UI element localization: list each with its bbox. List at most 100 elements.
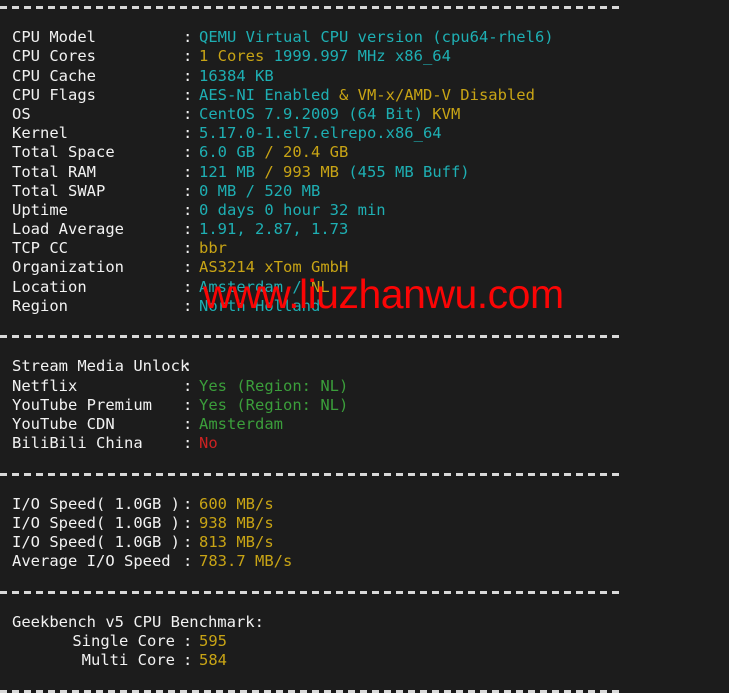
terminal-content: CPU Model: QEMU Virtual CPU version (cpu6… xyxy=(0,6,729,693)
info-row-label: YouTube CDN xyxy=(12,414,115,433)
info-row-value: AES-NI Enabled xyxy=(199,85,339,104)
info-row-value: AS3214 xTom GmbH xyxy=(199,258,349,277)
info-row-colon: : xyxy=(183,220,193,239)
info-row-colon: : xyxy=(183,104,193,123)
info-row-label: I/O Speed( 1.0GB ) xyxy=(12,533,180,552)
info-row-label: Location xyxy=(12,277,87,296)
section-heading-label: Geekbench v5 CPU Benchmark: xyxy=(12,612,264,631)
info-row-colon: : xyxy=(183,434,193,453)
info-row-value: Amsterdam / xyxy=(199,277,311,296)
info-row-colon: : xyxy=(183,258,193,277)
info-row-label: BiliBili China xyxy=(12,434,143,453)
info-row: CPU Cache:16384 KB xyxy=(0,67,729,86)
info-row-label: Uptime xyxy=(12,200,68,219)
info-row-colon: : xyxy=(183,357,193,376)
info-row-colon: : xyxy=(183,47,193,66)
info-row: Netflix: Yes (Region: NL) xyxy=(0,377,729,396)
info-row: Average I/O Speed:783.7 MB/s xyxy=(0,552,729,571)
info-row-colon: : xyxy=(183,200,193,219)
info-row-value: No xyxy=(199,434,218,453)
info-row: Region: North Holland xyxy=(0,297,729,316)
info-row: Organization: AS3214 xTom GmbH xyxy=(0,258,729,277)
info-row-label: CPU Cores xyxy=(12,47,96,66)
info-row-value: 595 xyxy=(199,632,227,650)
info-row: Multi Core:584 xyxy=(0,651,729,670)
info-row-label: TCP CC xyxy=(12,239,68,258)
info-row-label: Total Space xyxy=(12,143,115,162)
info-row-value: 783.7 MB/s xyxy=(199,552,293,571)
info-row-value: 813 MB/s xyxy=(199,533,274,552)
section-divider xyxy=(0,6,620,9)
info-row-label: Netflix xyxy=(12,376,78,395)
section-divider xyxy=(0,335,620,339)
info-row: YouTube CDN: Amsterdam xyxy=(0,415,729,434)
info-row: CPU Cores:1 Cores 1999.997 MHz x86_64 xyxy=(0,47,729,66)
info-row: Total Space:6.0 GB / 20.4 GB xyxy=(0,143,729,162)
info-row: Location: Amsterdam / NL xyxy=(0,278,729,297)
info-row-colon: : xyxy=(183,181,193,200)
info-row-colon: : xyxy=(183,494,193,513)
info-row-label: Total RAM xyxy=(12,162,96,181)
info-row-colon: : xyxy=(183,162,193,181)
info-row-colon: : xyxy=(183,376,193,395)
info-row-value: 5.17.0-1.el7.elrepo.x86_64 xyxy=(199,124,442,143)
info-row-value: 0 days 0 hour 32 min xyxy=(199,200,386,219)
info-row-colon: : xyxy=(183,66,193,85)
info-row-colon: : xyxy=(183,632,193,650)
info-row: CPU Flags: AES-NI Enabled & VM-x/AMD-V Di… xyxy=(0,86,729,105)
info-row-value: & VM-x/AMD-V Disabled xyxy=(338,85,535,104)
info-row-value: 121 MB xyxy=(199,162,265,181)
info-row-colon: : xyxy=(183,513,193,532)
info-row-label: I/O Speed( 1.0GB ) xyxy=(12,513,180,532)
info-row-value: 6.0 GB xyxy=(199,143,265,162)
info-row-value: 16384 KB xyxy=(199,66,274,85)
info-row-value: / 20.4 GB xyxy=(264,143,349,162)
info-row-label: Single Core xyxy=(72,632,175,650)
info-row: I/O Speed( 1.0GB ):938 MB/s xyxy=(0,514,729,533)
info-row-value: Yes (Region: NL) xyxy=(199,376,349,395)
info-row: BiliBili China: No xyxy=(0,434,729,453)
info-row-label: I/O Speed( 1.0GB ) xyxy=(12,494,180,513)
info-row-value: CentOS 7.9.2009 (64 Bit) xyxy=(199,104,433,123)
info-row-value: 1.91, 2.87, 1.73 xyxy=(199,220,349,239)
info-row: Uptime:0 days 0 hour 32 min xyxy=(0,201,729,220)
info-row-label: Region xyxy=(12,296,68,315)
info-row-colon: : xyxy=(183,277,193,296)
info-row-label: Load Average xyxy=(12,220,124,239)
info-row-colon: : xyxy=(183,85,193,104)
info-row: Total SWAP:0 MB / 520 MB xyxy=(0,182,729,201)
info-row: Kernel:5.17.0-1.el7.elrepo.x86_64 xyxy=(0,124,729,143)
info-row-value: bbr xyxy=(199,239,227,258)
terminal-output: CPU Model: QEMU Virtual CPU version (cpu6… xyxy=(0,6,729,693)
info-row-colon: : xyxy=(183,296,193,315)
info-row-label: CPU Flags xyxy=(12,85,96,104)
info-row-value: Amsterdam xyxy=(199,414,283,433)
info-row-label: Organization xyxy=(12,258,124,277)
info-row-value: Yes (Region: NL) xyxy=(199,395,349,414)
info-row-colon: : xyxy=(183,552,193,571)
info-row-colon: : xyxy=(183,651,193,670)
info-row: I/O Speed( 1.0GB ):600 MB/s xyxy=(0,495,729,514)
info-row-label: CPU Cache xyxy=(12,66,96,85)
info-row-value: North Holland xyxy=(199,296,321,315)
info-row-colon: : xyxy=(183,239,193,258)
info-row: Total RAM:121 MB / 993 MB (455 MB Buff) xyxy=(0,163,729,182)
info-row-label: YouTube Premium xyxy=(12,395,152,414)
info-row-value: NL xyxy=(310,277,330,296)
info-row-label: Stream Media Unlock xyxy=(12,357,190,376)
section-divider xyxy=(0,472,620,476)
info-row-value: 1 Cores xyxy=(199,47,274,66)
info-row-colon: : xyxy=(183,414,193,433)
info-row-colon: : xyxy=(183,124,193,143)
info-row: YouTube Premium: Yes (Region: NL) xyxy=(0,396,729,415)
info-row: Load Average:1.91, 2.87, 1.73 xyxy=(0,220,729,239)
info-row-value: KVM xyxy=(432,104,461,123)
section-heading: Geekbench v5 CPU Benchmark: xyxy=(0,613,729,632)
info-row: Single Core:595 xyxy=(0,632,729,651)
